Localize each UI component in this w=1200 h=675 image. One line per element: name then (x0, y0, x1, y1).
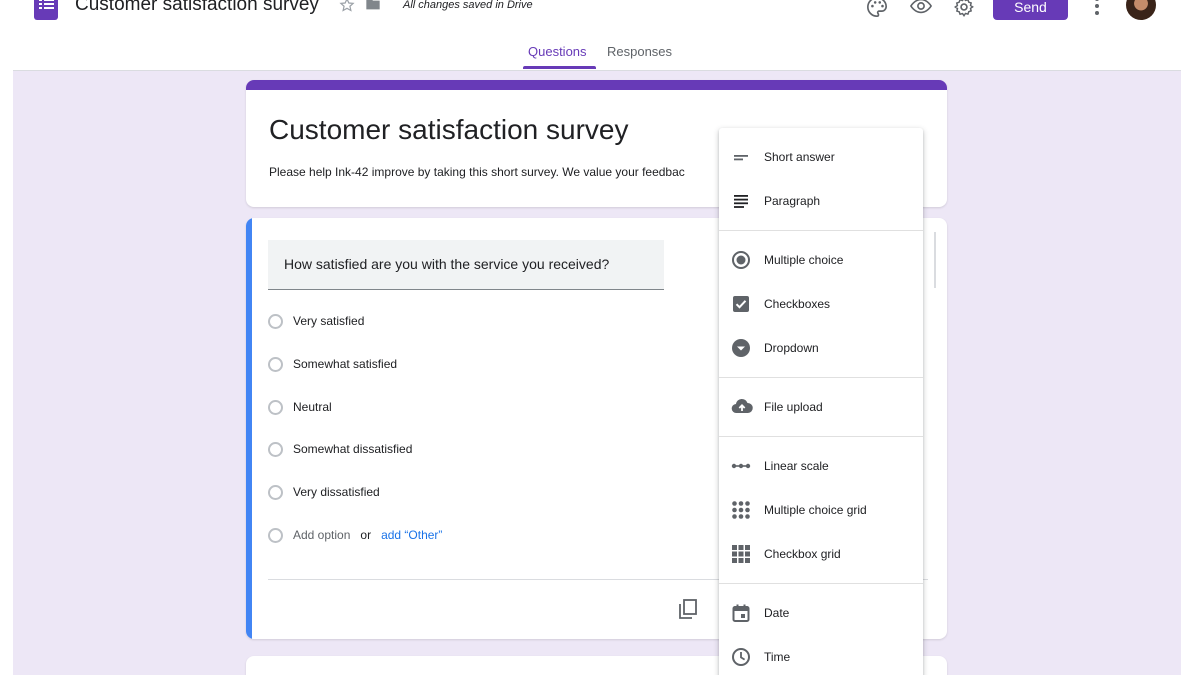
list-item: Somewhat satisfied (268, 354, 397, 374)
add-other-link[interactable]: add “Other” (381, 528, 442, 542)
checkbox-icon (731, 294, 751, 314)
duplicate-icon[interactable] (678, 598, 698, 625)
document-title[interactable]: Customer satisfaction survey (75, 0, 319, 16)
menu-item-label: Date (764, 606, 790, 620)
menu-separator (719, 436, 923, 437)
radio-circle-icon (268, 399, 283, 415)
active-question-accent (246, 218, 252, 639)
menu-item-linear-scale[interactable]: Linear scale (719, 446, 923, 486)
menu-item-checkboxes[interactable]: Checkboxes (719, 284, 923, 324)
menu-item-label: Time (764, 650, 791, 664)
menu-item-date[interactable]: Date (719, 593, 923, 633)
active-tab-indicator (523, 66, 596, 69)
menu-item-dropdown[interactable]: Dropdown (719, 328, 923, 368)
question-type-select-edge (934, 232, 936, 288)
radio-circle-icon (268, 484, 283, 500)
more-vert-icon[interactable] (1093, 0, 1101, 21)
dot-grid-icon (731, 500, 751, 520)
add-option-input[interactable]: Add option (293, 528, 350, 542)
form-title[interactable]: Customer satisfaction survey (269, 114, 628, 146)
menu-item-paragraph[interactable]: Paragraph (719, 181, 923, 221)
preview-eye-icon[interactable] (909, 0, 933, 22)
menu-separator (719, 583, 923, 584)
list-item: Neutral (268, 397, 332, 417)
question-type-menu: Short answer Paragraph Multiple choice C… (719, 128, 923, 675)
menu-item-label: Multiple choice (764, 253, 844, 267)
menu-item-label: Paragraph (764, 194, 821, 208)
list-item: Very dissatisfied (268, 482, 380, 502)
folder-icon[interactable] (365, 0, 381, 17)
menu-item-label: Short answer (764, 150, 835, 164)
forms-logo-icon[interactable] (34, 0, 58, 20)
option-label[interactable]: Very dissatisfied (293, 485, 380, 499)
calendar-icon (731, 603, 751, 623)
title-card-accent (246, 80, 947, 90)
forms-editor-app: Customer satisfaction survey All changes… (13, 0, 1181, 675)
menu-item-multiple-choice-grid[interactable]: Multiple choice grid (719, 490, 923, 530)
list-item: Somewhat dissatisfied (268, 439, 412, 459)
menu-item-checkbox-grid[interactable]: Checkbox grid (719, 534, 923, 574)
add-option-row: Add option or add “Other” (268, 525, 442, 545)
send-button[interactable]: Send (993, 0, 1068, 20)
menu-item-label: Checkboxes (764, 297, 831, 311)
linear-scale-icon (731, 456, 751, 476)
radio-circle-icon (268, 313, 283, 329)
avatar[interactable] (1126, 0, 1156, 20)
option-label[interactable]: Somewhat satisfied (293, 357, 397, 371)
star-icon[interactable] (339, 0, 355, 18)
question-title-input[interactable]: How satisfied are you with the service y… (268, 240, 664, 290)
menu-item-label: Linear scale (764, 459, 829, 473)
list-item: Very satisfied (268, 311, 364, 331)
menu-item-file-upload[interactable]: File upload (719, 387, 923, 427)
short-answer-icon (731, 147, 751, 167)
menu-separator (719, 230, 923, 231)
dropdown-icon (731, 338, 751, 358)
editor-tabs: Questions Responses (13, 44, 1181, 70)
form-description[interactable]: Please help Ink-42 improve by taking thi… (269, 165, 685, 179)
clock-icon (731, 647, 751, 667)
menu-item-label: Multiple choice grid (764, 503, 867, 517)
radio-circle-icon (268, 527, 283, 543)
radio-circle-icon (268, 356, 283, 372)
paragraph-icon (731, 191, 751, 211)
question-title-text: How satisfied are you with the service y… (284, 256, 610, 272)
checkbox-grid-icon (731, 544, 751, 564)
cloud-upload-icon (731, 397, 753, 417)
save-status: All changes saved in Drive (403, 0, 533, 11)
radio-button-icon (731, 250, 751, 270)
palette-icon[interactable] (866, 0, 888, 23)
menu-item-label: File upload (764, 400, 823, 414)
option-label[interactable]: Neutral (293, 400, 332, 414)
menu-item-short-answer[interactable]: Short answer (719, 137, 923, 177)
radio-circle-icon (268, 441, 283, 457)
menu-item-label: Checkbox grid (764, 547, 841, 561)
menu-item-label: Dropdown (764, 341, 819, 355)
or-text: or (360, 528, 372, 542)
menu-item-time[interactable]: Time (719, 637, 923, 675)
option-label[interactable]: Somewhat dissatisfied (293, 442, 412, 456)
menu-separator (719, 377, 923, 378)
menu-item-multiple-choice[interactable]: Multiple choice (719, 240, 923, 280)
tab-responses[interactable]: Responses (607, 44, 672, 59)
tab-questions[interactable]: Questions (528, 44, 587, 59)
option-label[interactable]: Very satisfied (293, 314, 364, 328)
top-app-bar: Customer satisfaction survey All changes… (13, 0, 1181, 71)
settings-gear-icon[interactable] (953, 0, 975, 23)
